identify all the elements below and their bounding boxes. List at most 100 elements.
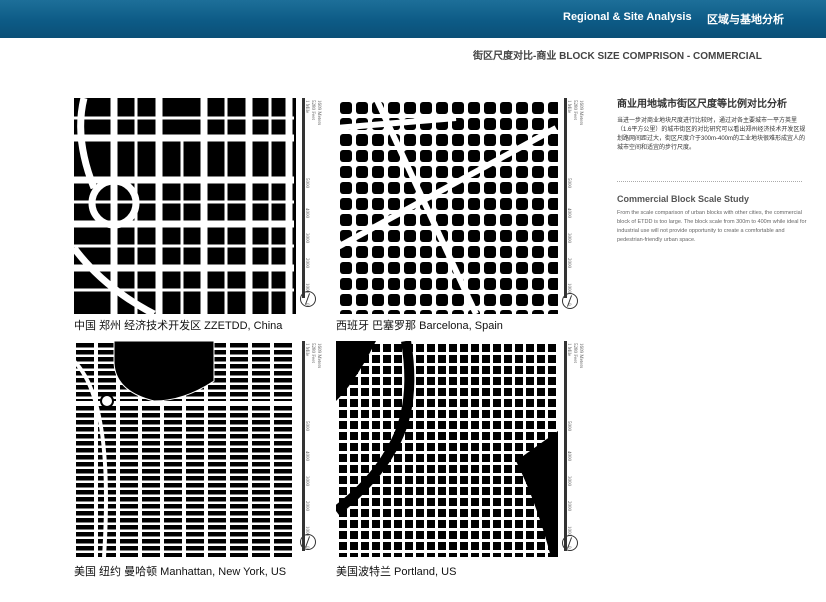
city-block: [416, 366, 424, 374]
city-block: [493, 509, 501, 517]
city-block: [484, 278, 496, 290]
city-block: [372, 509, 380, 517]
city-block: [274, 350, 292, 355]
city-block: [532, 246, 544, 258]
city-block: [361, 520, 369, 528]
city-block: [372, 377, 380, 385]
city-block: [372, 230, 384, 242]
city-block: [537, 531, 545, 539]
city-block: [372, 246, 384, 258]
city-block: [186, 532, 204, 537]
city-block: [438, 366, 446, 374]
city-block: [142, 553, 160, 557]
city-block: [230, 553, 248, 557]
city-block: [372, 432, 380, 440]
city-block: [388, 182, 400, 194]
city-block: [438, 498, 446, 506]
city-block: [186, 525, 204, 530]
city-block: [142, 427, 160, 432]
city-block: [427, 421, 435, 429]
city-block: [372, 355, 380, 363]
city-block: [120, 483, 138, 488]
city-block: [394, 344, 402, 352]
city-block: [427, 542, 435, 550]
city-block: [383, 542, 391, 550]
city-block: [372, 182, 384, 194]
city-block: [361, 542, 369, 550]
city-block: [438, 443, 446, 451]
city-block: [416, 443, 424, 451]
city-block: [493, 542, 501, 550]
city-block: [427, 476, 435, 484]
map-caption: 美国 纽约 曼哈顿 Manhattan, New York, US: [74, 566, 287, 578]
city-block: [142, 406, 160, 411]
city-block: [436, 150, 448, 162]
city-block: [340, 150, 352, 162]
city-block: [394, 377, 402, 385]
city-block: [438, 377, 446, 385]
city-block: [208, 448, 226, 453]
city-block: [468, 102, 480, 114]
city-block: [438, 432, 446, 440]
map-portland: [336, 341, 596, 557]
city-block: [252, 350, 270, 355]
city-block: [482, 344, 490, 352]
scale-label: 1 Mile: [566, 100, 571, 114]
city-block: [120, 511, 138, 516]
city-block: [452, 230, 464, 242]
city-block: [493, 487, 501, 495]
city-block: [120, 525, 138, 530]
city-block: [186, 448, 204, 453]
city-block: [471, 487, 479, 495]
scale-label: 5280 Feet: [310, 100, 315, 120]
city-block: [420, 150, 432, 162]
city-block: [405, 487, 413, 495]
city-block: [274, 392, 292, 397]
city-block: [427, 443, 435, 451]
scale-label: 5000: [304, 421, 309, 431]
city-block: [405, 443, 413, 451]
city-block: [452, 134, 464, 146]
city-block: [471, 421, 479, 429]
city-block: [142, 504, 160, 509]
city-block: [120, 518, 138, 523]
city-block: [438, 399, 446, 407]
city-block: [98, 371, 116, 376]
city-block: [230, 483, 248, 488]
city-block: [532, 118, 544, 130]
city-block: [372, 366, 380, 374]
city-block: [356, 278, 368, 290]
city-block: [120, 420, 138, 425]
city-block: [449, 355, 457, 363]
city-block: [548, 377, 556, 385]
city-block: [394, 399, 402, 407]
city-block: [504, 553, 512, 557]
city-block: [504, 542, 512, 550]
city-block: [208, 539, 226, 544]
city-block: [468, 134, 480, 146]
divider: [617, 181, 802, 182]
city-block: [482, 509, 490, 517]
city-block: [208, 427, 226, 432]
city-block: [452, 310, 464, 314]
city-block: [372, 262, 384, 274]
city-block: [361, 443, 369, 451]
sidebar-heading-cn: 商业用地城市街区尺度等比例对比分析: [617, 99, 787, 110]
city-block: [208, 525, 226, 530]
city-block: [482, 366, 490, 374]
city-block: [452, 294, 464, 306]
city-block: [372, 150, 384, 162]
city-block: [452, 246, 464, 258]
city-block: [394, 454, 402, 462]
scale-label: 1609 Meters: [316, 343, 321, 369]
city-block: [427, 410, 435, 418]
page-subtitle: 街区尺度对比-商业 BLOCK SIZE COMPRISON - COMMERC…: [473, 51, 762, 62]
city-block: [350, 476, 358, 484]
map-caption: 西班牙 巴塞罗那 Barcelona, Spain: [336, 320, 503, 332]
city-block: [405, 498, 413, 506]
city-block: [142, 511, 160, 516]
city-block: [471, 520, 479, 528]
scale-bar-manhattan: [298, 341, 328, 551]
city-block: [142, 413, 160, 418]
city-block: [537, 410, 545, 418]
